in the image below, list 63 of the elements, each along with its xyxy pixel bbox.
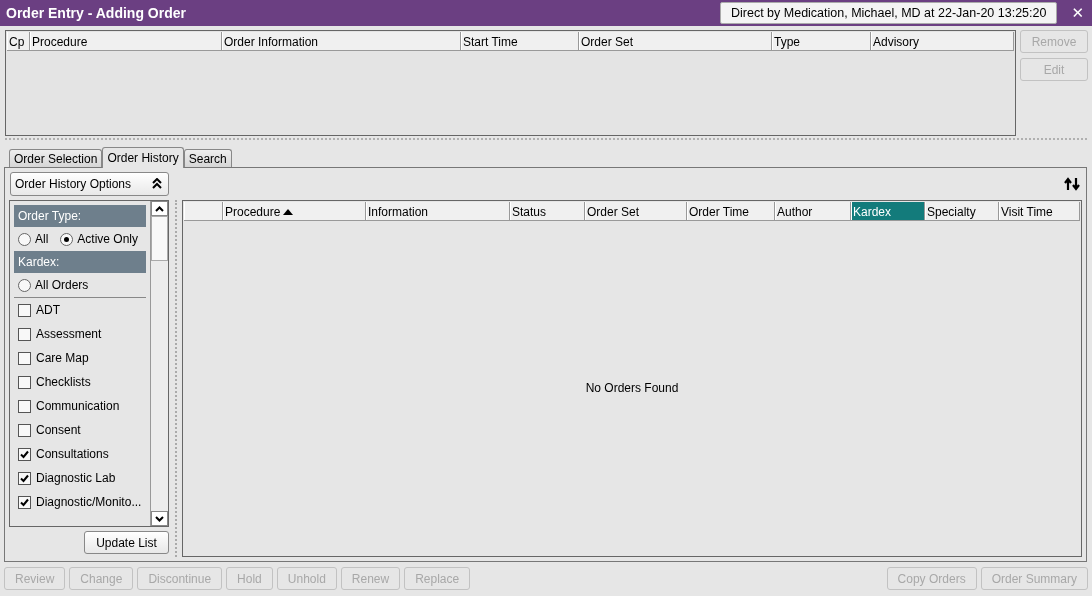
checkbox[interactable] <box>18 399 31 413</box>
update-list-button[interactable]: Update List <box>84 531 169 554</box>
radio-button[interactable] <box>60 232 74 246</box>
radio-option[interactable]: All Orders <box>18 278 89 292</box>
caret-up-icon <box>155 205 164 212</box>
column-header[interactable]: Order Set <box>585 202 687 220</box>
checkbox-option[interactable]: Checklists <box>14 370 146 394</box>
sort-icon <box>283 208 294 215</box>
column-header[interactable]: Cp <box>7 32 30 50</box>
checkbox-option[interactable]: Consultations <box>14 442 146 466</box>
checkbox[interactable] <box>18 327 31 341</box>
column-header[interactable]: Kardex <box>851 202 925 220</box>
section-header: Order Type: <box>14 205 146 227</box>
checkbox[interactable] <box>18 351 31 365</box>
column-header[interactable]: Procedure <box>30 32 222 50</box>
checkbox[interactable] <box>18 375 31 389</box>
section-header: Kardex: <box>14 251 146 273</box>
check-icon <box>20 497 29 507</box>
column-header[interactable]: Information <box>366 202 510 220</box>
checkbox-option[interactable]: Communication <box>14 394 146 418</box>
checkbox-option[interactable]: Diagnostic/Monito... <box>14 490 146 514</box>
options-toggle[interactable]: Order History Options <box>10 172 169 196</box>
column-header[interactable]: Procedure <box>223 202 366 220</box>
empty-message: No Orders Found <box>585 381 679 395</box>
close-button[interactable]: ✕ <box>1069 4 1086 22</box>
column-header[interactable] <box>184 202 223 220</box>
column-header[interactable]: Type <box>772 32 871 50</box>
context-label: Direct by Medication, Michael, MD at 22-Jan-20 13:25:20 <box>720 2 1058 24</box>
checkbox[interactable] <box>18 471 31 485</box>
radio-button[interactable] <box>18 278 31 292</box>
checkbox[interactable] <box>18 303 31 317</box>
checkbox[interactable] <box>18 423 31 437</box>
scroll-down-button[interactable] <box>151 511 168 526</box>
tab[interactable]: Search <box>183 149 232 167</box>
checkbox-option[interactable]: Diagnostic Lab <box>14 466 146 490</box>
column-header[interactable]: Status <box>510 202 585 220</box>
column-header[interactable]: Order Set <box>579 32 772 50</box>
checkbox-option[interactable]: Care Map <box>14 346 146 370</box>
column-header[interactable]: Order Information <box>222 32 461 50</box>
window-title: Order Entry - Adding Order <box>6 5 187 21</box>
check-icon <box>20 449 29 459</box>
column-header[interactable]: Order Time <box>687 202 775 220</box>
column-header[interactable]: Start Time <box>461 32 579 50</box>
radio-option[interactable]: Active Only <box>60 232 139 246</box>
tab[interactable]: Order History <box>102 147 184 168</box>
checkbox-option[interactable]: Assessment <box>14 322 146 346</box>
caret-down-icon <box>155 515 164 522</box>
column-header[interactable]: Advisory <box>871 32 1014 50</box>
checkbox-option[interactable]: ADT <box>14 298 146 322</box>
scroll-thumb[interactable] <box>151 216 168 261</box>
column-header[interactable]: Specialty <box>925 202 999 220</box>
checkbox[interactable] <box>18 495 31 509</box>
checkbox[interactable] <box>18 447 31 461</box>
scrollbar[interactable] <box>150 201 168 526</box>
column-header[interactable]: Visit Time <box>999 202 1080 220</box>
scroll-up-button[interactable] <box>151 201 168 216</box>
radio-button[interactable] <box>18 232 31 246</box>
tab[interactable]: Order Selection <box>9 149 103 167</box>
checkbox-option[interactable]: Consent <box>14 418 146 442</box>
chevron-icon <box>152 178 162 190</box>
radio-option[interactable]: All <box>18 232 49 246</box>
refresh-icon[interactable] <box>1064 176 1080 192</box>
check-icon <box>20 473 29 483</box>
